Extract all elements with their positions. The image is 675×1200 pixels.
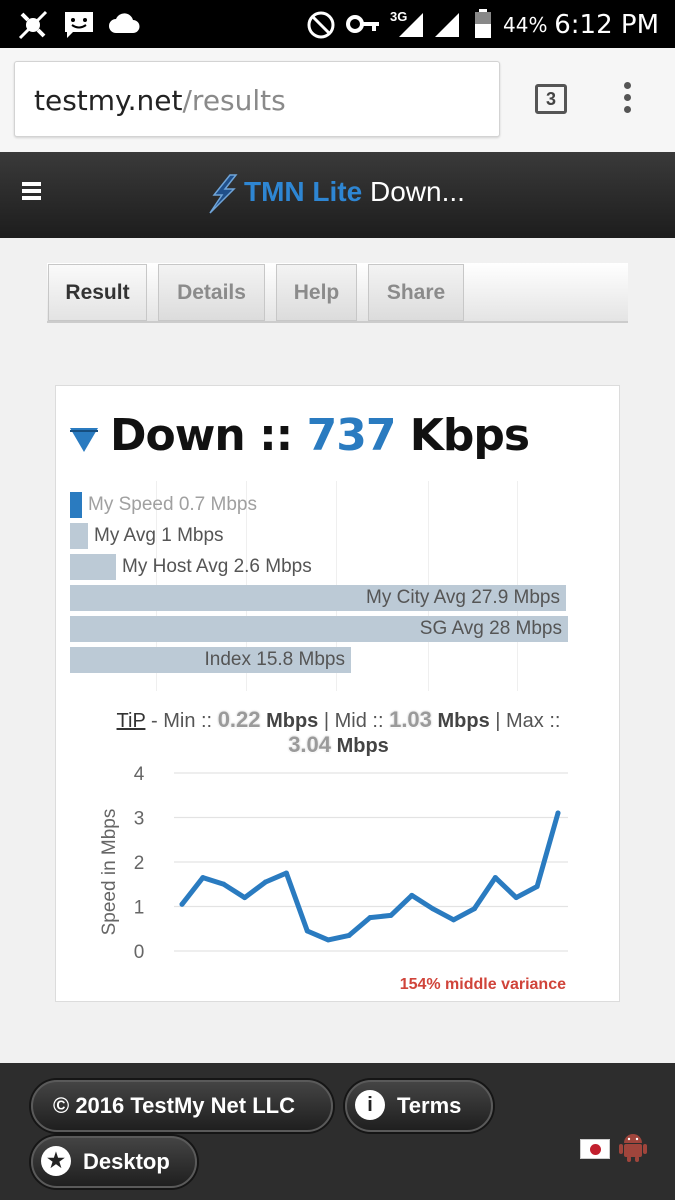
desktop-button[interactable]: ★ Desktop bbox=[31, 1136, 197, 1188]
speed-data-point bbox=[430, 906, 436, 912]
tip-mid-label: | Mid :: bbox=[323, 710, 384, 732]
clock: 6:12 PM bbox=[554, 10, 659, 40]
tab-help[interactable]: Help bbox=[276, 264, 357, 321]
browser-menu-button[interactable] bbox=[624, 82, 638, 118]
speed-data-point bbox=[221, 881, 227, 887]
battery-icon bbox=[475, 9, 491, 38]
comparison-bar-label: Index 15.8 Mbps bbox=[204, 649, 345, 670]
status-bar: 3G 44% 6:12 PM bbox=[0, 0, 675, 48]
tip-summary: TiP - Min :: 0.22 Mbps | Mid :: 1.03 Mbp… bbox=[56, 708, 621, 758]
tip-min-value: 0.22 bbox=[217, 707, 261, 732]
desktop-label: Desktop bbox=[83, 1149, 170, 1174]
do-not-disturb-icon bbox=[307, 11, 335, 39]
tip-mid-unit: Mbps bbox=[437, 710, 490, 732]
site-footer: © 2016 TestMy Net LLC i Terms ★ Desktop bbox=[0, 1063, 675, 1200]
speed-data-point bbox=[492, 875, 498, 881]
speed-data-point bbox=[367, 915, 373, 921]
tip-link[interactable]: TiP bbox=[117, 710, 146, 732]
speed-data-point bbox=[179, 901, 185, 907]
comparison-bar-chart: My Speed 0.7 Mbps My Avg 1 Mbps My Host Av… bbox=[56, 481, 621, 691]
satellite-icon bbox=[18, 10, 48, 40]
comparison-bar bbox=[70, 523, 88, 549]
result-separator: :: bbox=[259, 410, 293, 461]
comparison-bar-label: SG Avg 28 Mbps bbox=[419, 618, 562, 639]
key-icon bbox=[346, 15, 379, 33]
speed-data-point bbox=[513, 895, 519, 901]
speed-data-point bbox=[283, 870, 289, 876]
y-tick-label: 1 bbox=[134, 898, 145, 919]
speed-data-point bbox=[534, 883, 540, 889]
y-tick-label: 2 bbox=[134, 853, 145, 874]
speed-series-line bbox=[179, 810, 561, 943]
speed-data-point bbox=[555, 810, 561, 816]
comparison-bar bbox=[70, 492, 82, 518]
result-card: Down :: 737 Kbps My Speed 0.7 MbpsMy Avg… bbox=[55, 385, 620, 1002]
variance-note: 154% middle variance bbox=[399, 976, 566, 993]
y-axis-label: Speed in Mbps bbox=[99, 809, 120, 936]
tip-max-unit: Mbps bbox=[336, 735, 389, 757]
copyright-button[interactable]: © 2016 TestMy Net LLC bbox=[31, 1080, 333, 1132]
speed-data-point bbox=[409, 892, 415, 898]
result-unit: Kbps bbox=[409, 410, 530, 461]
tab-result[interactable]: Result bbox=[48, 264, 147, 321]
tip-mid-value: 1.03 bbox=[389, 707, 432, 732]
y-tick-label: 4 bbox=[134, 764, 145, 785]
android-icon[interactable] bbox=[618, 1131, 648, 1163]
tip-max-value: 3.04 bbox=[288, 732, 332, 757]
tip-min-unit: Mbps bbox=[266, 710, 319, 732]
tip-min-label: - Min :: bbox=[151, 710, 213, 732]
star-icon: ★ bbox=[41, 1146, 71, 1177]
page-heading: Down... bbox=[370, 176, 465, 207]
speed-data-point bbox=[471, 906, 477, 912]
speed-data-point bbox=[304, 928, 310, 934]
tip-max-label: | Max :: bbox=[495, 710, 561, 732]
url-text: testmy.net/results bbox=[34, 84, 286, 117]
result-speed: 737 bbox=[306, 410, 397, 461]
result-tabs: Result Details Help Share bbox=[47, 263, 628, 323]
y-tick-label: 3 bbox=[134, 809, 145, 830]
y-tick-label: 0 bbox=[134, 942, 145, 963]
signal-icon bbox=[399, 13, 423, 37]
url-domain: testmy.net bbox=[34, 84, 183, 117]
battery-level: 44% bbox=[503, 13, 548, 37]
url-path: /results bbox=[182, 84, 286, 117]
tab-share[interactable]: Share bbox=[368, 264, 464, 321]
site-title: TMN Lite Down... bbox=[206, 176, 465, 208]
comparison-bar bbox=[70, 554, 116, 580]
japan-flag-icon[interactable] bbox=[580, 1139, 610, 1159]
cloud-icon bbox=[109, 13, 140, 33]
browser-toolbar: testmy.net/results 3 bbox=[0, 48, 675, 152]
comparison-bar-label: My Speed 0.7 Mbps bbox=[88, 494, 257, 515]
tab-details[interactable]: Details bbox=[158, 264, 265, 321]
brand-name: TMN Lite bbox=[244, 176, 363, 207]
speed-data-point bbox=[388, 912, 394, 918]
comparison-bar-label: My Host Avg 2.6 Mbps bbox=[122, 556, 312, 577]
speed-data-point bbox=[263, 879, 269, 885]
comparison-bar-label: My City Avg 27.9 Mbps bbox=[366, 587, 560, 608]
result-direction: Down bbox=[110, 410, 246, 461]
speed-data-point bbox=[200, 875, 206, 881]
speed-line-chart: 0 1 2 3 4 Speed in Mbps bbox=[99, 764, 568, 963]
result-title: Down :: 737 Kbps bbox=[70, 410, 530, 461]
speed-data-point bbox=[346, 932, 352, 938]
site-header: TMN Lite Down... bbox=[0, 152, 675, 238]
speed-data-point bbox=[242, 895, 248, 901]
speed-data-point bbox=[325, 937, 331, 943]
message-icon bbox=[65, 12, 93, 38]
tab-switcher-button[interactable]: 3 bbox=[535, 84, 567, 114]
signal-icon-2 bbox=[435, 13, 459, 37]
address-bar[interactable]: testmy.net/results bbox=[14, 61, 500, 137]
terms-button[interactable]: i Terms bbox=[345, 1080, 493, 1132]
speed-data-point bbox=[451, 917, 457, 923]
comparison-bar-label: My Avg 1 Mbps bbox=[94, 525, 224, 546]
info-icon: i bbox=[355, 1090, 385, 1121]
terms-label: Terms bbox=[397, 1093, 462, 1118]
hamburger-menu-icon[interactable] bbox=[22, 182, 41, 203]
